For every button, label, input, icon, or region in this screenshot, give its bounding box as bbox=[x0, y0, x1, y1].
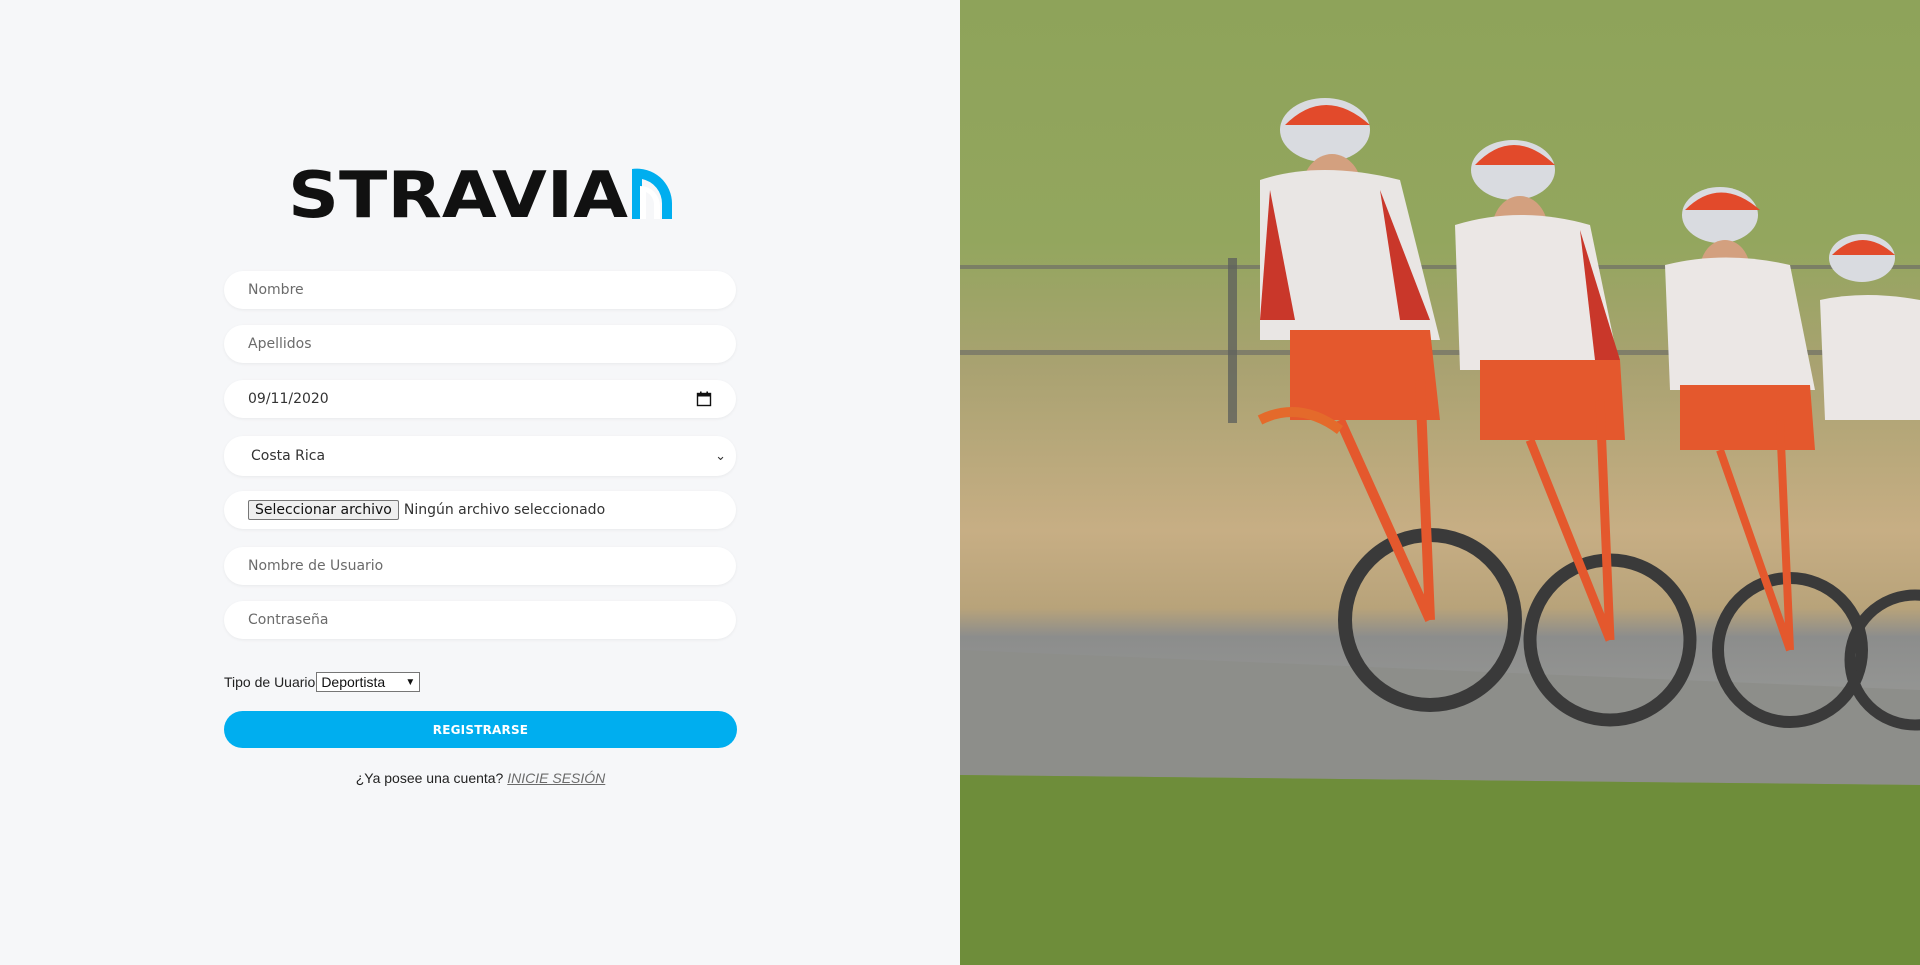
logo-wordmark: STRAVIA bbox=[288, 164, 629, 224]
password-input[interactable]: Contraseña bbox=[224, 601, 736, 639]
cyclists-photo bbox=[960, 0, 1920, 965]
foto-file-input[interactable]: Seleccionar archivo Ningún archivo selec… bbox=[224, 491, 736, 529]
tipo-usuario-label: Tipo de Uuario bbox=[224, 674, 316, 690]
pais-select[interactable]: Costa Rica ⌄ bbox=[224, 436, 736, 476]
apellidos-input[interactable]: Apellidos bbox=[224, 325, 736, 363]
tipo-usuario-value: Deportista bbox=[321, 674, 386, 690]
login-question: ¿Ya posee una cuenta? bbox=[355, 770, 504, 786]
fecha-nacimiento-input[interactable]: 09/11/2020 bbox=[224, 380, 736, 418]
nombre-input[interactable]: Nombre bbox=[224, 271, 736, 309]
logo-arc-inner bbox=[640, 186, 660, 219]
fecha-value: 09/11/2020 bbox=[248, 391, 329, 407]
nombre-placeholder: Nombre bbox=[248, 282, 304, 298]
rider-group bbox=[1257, 98, 1920, 731]
register-button[interactable]: REGISTRARSE bbox=[224, 711, 737, 748]
chevron-down-icon: ▼ bbox=[405, 676, 416, 688]
login-prompt: ¿Ya posee una cuenta? INICIE SESIÓN bbox=[224, 770, 737, 786]
registration-panel: STRAVIA Nombre Apellidos 09/11/2020 Cost… bbox=[0, 0, 960, 965]
register-button-label: REGISTRARSE bbox=[432, 722, 529, 737]
tipo-usuario-select[interactable]: Deportista ▼ bbox=[316, 672, 421, 692]
stravia-logo: STRAVIA bbox=[288, 164, 672, 224]
password-placeholder: Contraseña bbox=[248, 612, 329, 628]
file-status-text: Ningún archivo seleccionado bbox=[403, 502, 606, 518]
pais-value: Costa Rica bbox=[251, 448, 326, 464]
select-file-button[interactable]: Seleccionar archivo bbox=[248, 500, 399, 520]
usuario-input[interactable]: Nombre de Usuario bbox=[224, 547, 736, 585]
tipo-usuario-row: Tipo de Uuario Deportista ▼ bbox=[224, 672, 421, 692]
login-link[interactable]: INICIE SESIÓN bbox=[507, 770, 605, 786]
calendar-icon[interactable] bbox=[696, 391, 712, 407]
chevron-down-icon: ⌄ bbox=[715, 448, 726, 464]
usuario-placeholder: Nombre de Usuario bbox=[248, 558, 384, 574]
cyclists-illustration bbox=[960, 98, 1920, 965]
apellidos-placeholder: Apellidos bbox=[248, 336, 312, 352]
